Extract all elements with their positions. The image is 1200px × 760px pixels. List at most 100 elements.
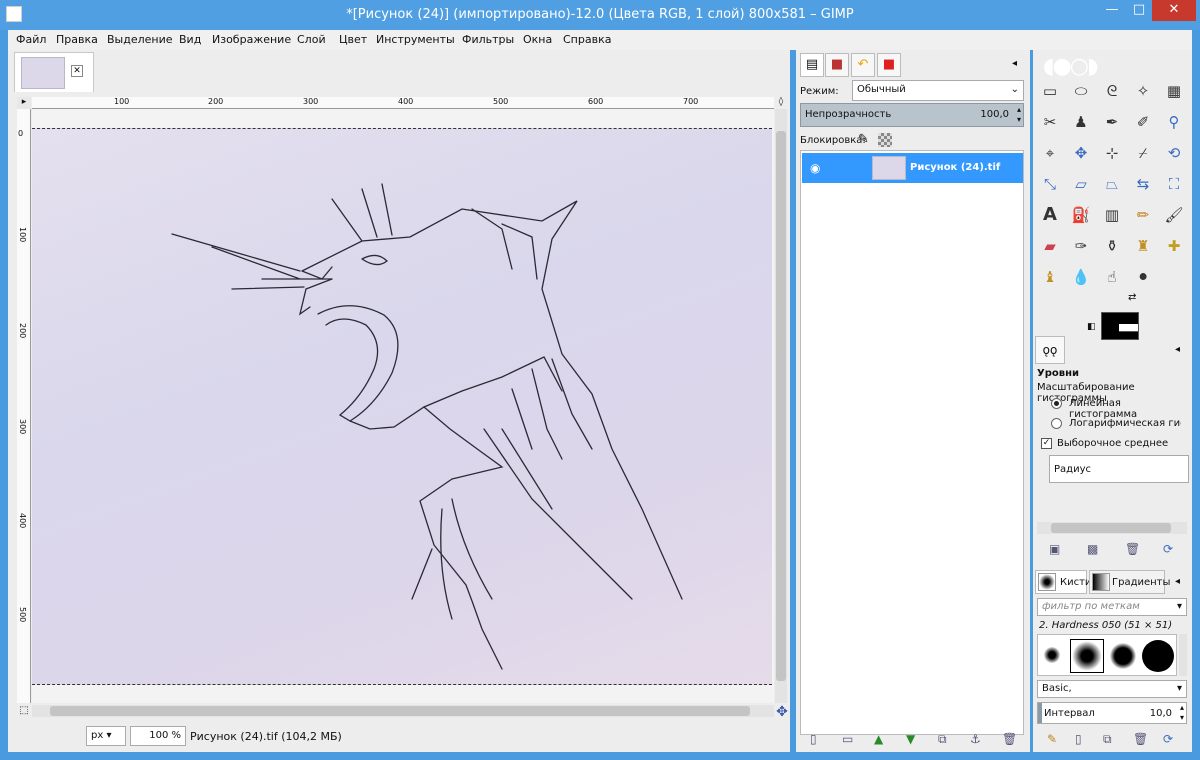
brush-hardness-050[interactable] (1070, 639, 1104, 673)
brushes-tab[interactable]: Кисти (1035, 570, 1091, 594)
foreground-select-icon[interactable]: ♟ (1068, 109, 1094, 135)
zoom-lock-icon[interactable]: ◊ (775, 97, 787, 109)
menu-file[interactable]: Файл (16, 33, 46, 46)
paths-icon[interactable]: ✒ (1099, 109, 1125, 135)
menu-filters[interactable]: Фильтры (462, 33, 514, 46)
paths-tab-icon[interactable]: ↶ (851, 53, 875, 77)
zoom-icon[interactable]: ⚲ (1161, 109, 1187, 135)
default-colors-icon[interactable]: ◧ (1087, 322, 1096, 332)
menu-help[interactable]: Справка (563, 33, 611, 46)
cage-transform-icon[interactable]: ⛶ (1161, 171, 1187, 197)
align-icon[interactable]: ⊹ (1099, 140, 1125, 166)
mode-select[interactable]: Обычный ⌄ (852, 80, 1024, 101)
menu-edit[interactable]: Правка (56, 33, 98, 46)
delete-layer-icon[interactable]: 🗑 (1002, 732, 1017, 746)
new-layer-icon[interactable]: ▯ (810, 732, 817, 746)
sample-average-checkbox[interactable]: ✓ (1041, 438, 1052, 449)
dodge-burn-icon[interactable]: ⚫ (1130, 264, 1156, 290)
color-select-icon[interactable]: ▦ (1161, 78, 1187, 104)
vertical-scrollbar-thumb[interactable] (776, 131, 786, 681)
eraser-icon[interactable]: ▰ (1037, 233, 1063, 259)
horizontal-scrollbar[interactable] (32, 705, 774, 717)
dock-menu-icon[interactable]: ◂ (1012, 58, 1017, 69)
navigate-icon[interactable]: ✥ (774, 704, 790, 720)
bucket-fill-icon[interactable]: ⛽ (1068, 202, 1094, 228)
unit-select[interactable]: px ▾ (86, 726, 126, 746)
linear-histogram-radio[interactable] (1051, 398, 1062, 409)
clone-icon[interactable]: ♜ (1130, 233, 1156, 259)
perspective-icon[interactable]: ⏢ (1099, 171, 1125, 197)
zoom-select[interactable]: 100 % (130, 726, 186, 746)
spinner-arrows-icon[interactable]: ▴ ▾ (1180, 703, 1184, 723)
save-icon[interactable]: ▣ (1049, 542, 1060, 556)
refresh-brushes-icon[interactable]: ⟳ (1163, 732, 1173, 746)
color-picker-icon[interactable]: ✐ (1130, 109, 1156, 135)
image-canvas[interactable] (32, 128, 772, 685)
swap-colors-icon[interactable]: ⇄ (1128, 292, 1136, 303)
close-button[interactable]: ✕ (1152, 0, 1196, 21)
vertical-scrollbar[interactable] (775, 109, 787, 703)
pencil-icon[interactable]: ✏ (1130, 202, 1156, 228)
lock-pixels-icon[interactable]: ✎ (858, 132, 869, 147)
menu-windows[interactable]: Окна (523, 33, 552, 46)
log-histogram-radio[interactable] (1051, 418, 1062, 429)
menu-select[interactable]: Выделение (107, 33, 173, 46)
fuzzy-select-icon[interactable]: ✧ (1130, 78, 1156, 104)
perspective-clone-icon[interactable]: ♝ (1037, 264, 1063, 290)
menu-view[interactable]: Вид (179, 33, 201, 46)
maximize-button[interactable]: □ (1126, 0, 1152, 21)
flip-icon[interactable]: ⇆ (1130, 171, 1156, 197)
duplicate-layer-icon[interactable]: ⧉ (938, 732, 947, 747)
new-layer-group-icon[interactable]: ▭ (842, 732, 853, 746)
minimize-button[interactable]: — (1098, 0, 1126, 21)
lock-alpha-icon[interactable] (878, 133, 892, 147)
anchor-layer-icon[interactable]: ⚓ (970, 732, 981, 746)
rect-select-icon[interactable]: ▭ (1037, 78, 1063, 104)
histogram-scrollbar[interactable] (1037, 522, 1187, 534)
raise-layer-icon[interactable]: ▲ (874, 732, 883, 746)
layer-row[interactable]: ◉ Рисунок (24).tif (802, 153, 1023, 183)
channels-tab-icon[interactable]: ■ (825, 53, 849, 77)
radius-field[interactable]: Радиус (1049, 455, 1189, 483)
palette-icon[interactable]: ▩ (1087, 542, 1098, 556)
tag-filter-input[interactable]: фильтр по меткам ▾ (1037, 598, 1187, 616)
brush-grid-scrollbar[interactable] (1179, 634, 1187, 676)
quick-mask-corner-icon[interactable]: ▸ (17, 97, 31, 109)
paintbrush-icon[interactable]: 🖌 (1161, 202, 1187, 228)
text-tool-icon[interactable]: A (1037, 202, 1063, 228)
delete-brush-icon[interactable]: 🗑 (1133, 732, 1148, 746)
smudge-icon[interactable]: ☝ (1099, 264, 1125, 290)
menu-image[interactable]: Изображение (212, 33, 291, 46)
lower-layer-icon[interactable]: ▼ (906, 732, 915, 746)
brush-hardness-025[interactable] (1044, 647, 1060, 663)
image-tab[interactable]: ✕ (14, 52, 94, 92)
airbrush-icon[interactable]: ✑ (1068, 233, 1094, 259)
menu-layer[interactable]: Слой (297, 33, 326, 46)
menu-colors[interactable]: Цвет (339, 33, 367, 46)
image-tab-close-button[interactable]: ✕ (71, 65, 83, 77)
brush-preset-select[interactable]: Basic, ▾ (1037, 680, 1187, 698)
duplicate-brush-icon[interactable]: ⧉ (1103, 732, 1112, 747)
brush-hardness-075[interactable] (1110, 643, 1136, 669)
gradients-tab[interactable]: Градиенты (1089, 570, 1170, 594)
dock-menu-icon[interactable]: ◂ (1175, 344, 1180, 355)
ink-icon[interactable]: ⚱ (1099, 233, 1125, 259)
crop-icon[interactable]: ⌿ (1130, 140, 1156, 166)
free-select-icon[interactable]: ᘓ (1099, 78, 1125, 104)
heal-icon[interactable]: ✚ (1161, 233, 1187, 259)
horizontal-scrollbar-thumb[interactable] (50, 706, 750, 716)
delete-icon[interactable]: 🗑 (1125, 542, 1140, 556)
quick-mask-toggle-icon[interactable]: ⬚ (17, 705, 31, 719)
dock-menu-icon[interactable]: ◂ (1175, 576, 1180, 587)
blur-icon[interactable]: 💧 (1068, 264, 1094, 290)
histogram-scrollbar-thumb[interactable] (1051, 523, 1171, 533)
ellipse-select-icon[interactable]: ⬭ (1068, 78, 1094, 104)
brush-hardness-100[interactable] (1142, 640, 1174, 672)
rotate-icon[interactable]: ⟲ (1161, 140, 1187, 166)
refresh-icon[interactable]: ⟳ (1163, 542, 1173, 556)
eye-icon[interactable]: ◉ (810, 161, 820, 175)
interval-slider[interactable]: Интервал 10,0 ▴ ▾ (1037, 702, 1187, 724)
new-brush-icon[interactable]: ▯ (1075, 732, 1082, 746)
menu-tools[interactable]: Инструменты (376, 33, 455, 46)
blend-icon[interactable]: ▥ (1099, 202, 1125, 228)
